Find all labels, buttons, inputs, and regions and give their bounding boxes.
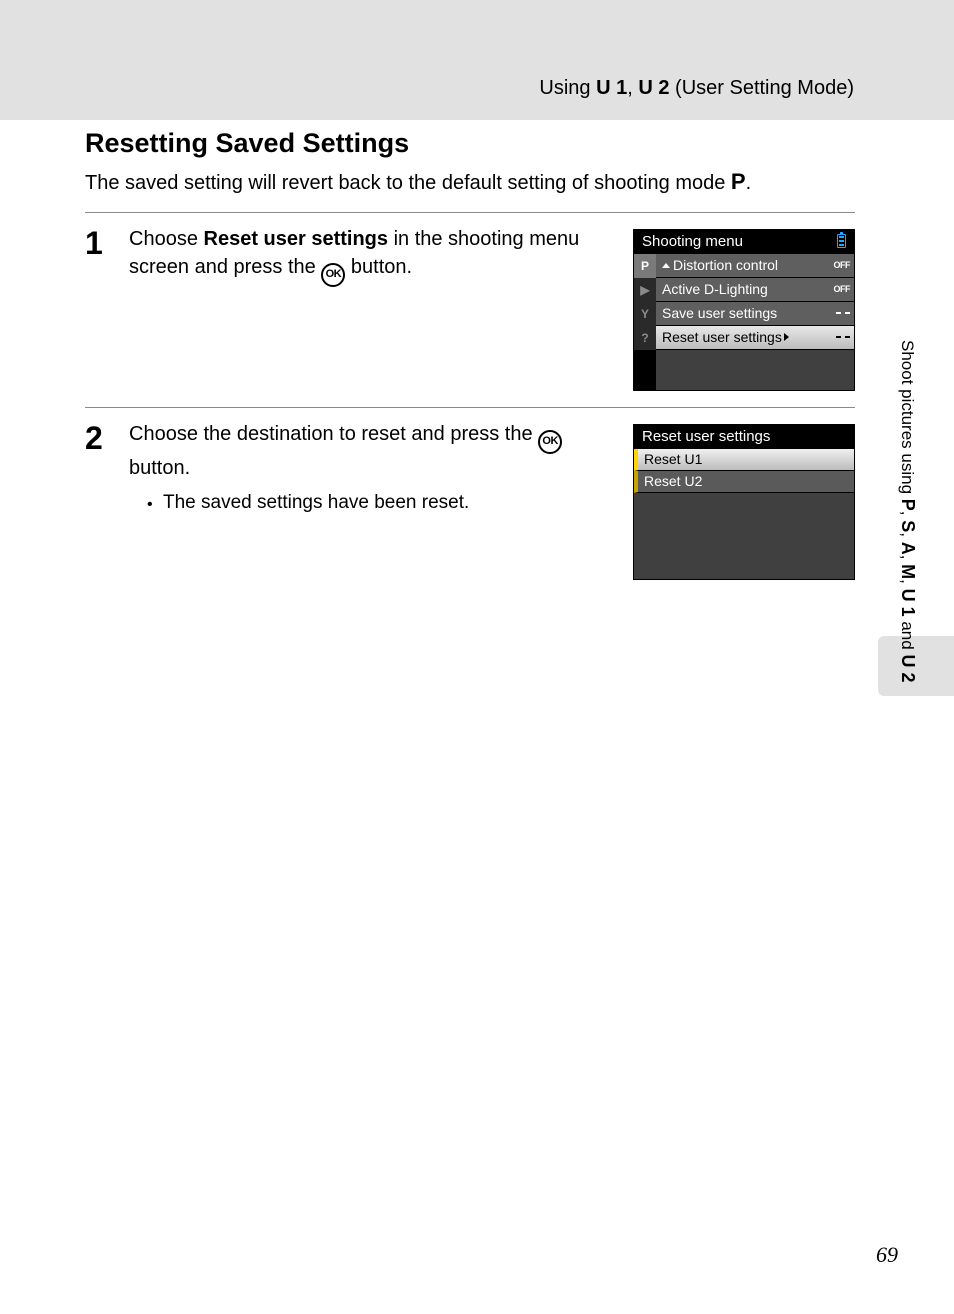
step-1-text: Choose Reset user settings in the shooti… <box>129 225 623 287</box>
side-u1: U 1 <box>898 589 918 617</box>
cam1-title: Shooting menu <box>642 233 743 250</box>
side-c4: , <box>898 579 917 588</box>
side-u2: U 2 <box>898 654 918 682</box>
section-title: Resetting Saved Settings <box>85 128 855 159</box>
chevron-right-icon <box>784 333 789 341</box>
side-c2: , <box>898 532 917 541</box>
cam1-row1-value: OFF <box>834 260 851 270</box>
running-head-suffix: (User Setting Mode) <box>669 77 854 99</box>
cam2-titlebar: Reset user settings <box>634 425 854 449</box>
cam1-row-dlighting: Active D-Lighting OFF <box>656 278 854 302</box>
side-a: A <box>898 542 918 555</box>
mode-p-icon: P <box>731 169 746 194</box>
running-head-sep: , <box>627 77 638 99</box>
cam1-row-distortion: Distortion control OFF <box>656 254 854 278</box>
camera-menu-screenshot-1: Shooting menu P ▶ Y ? Distortion control… <box>633 229 855 391</box>
step-1-number: 1 <box>85 225 129 259</box>
side-c1: , <box>898 511 917 520</box>
step-1-bold: Reset user settings <box>204 228 389 250</box>
step-2-bullet-text: The saved settings have been reset. <box>163 492 469 518</box>
running-head: Using U 1, U 2 (User Setting Mode) <box>0 77 854 100</box>
step-2-text: Choose the destination to reset and pres… <box>129 420 623 482</box>
cam1-titlebar: Shooting menu <box>634 230 854 254</box>
cam2-row-reset-u2: Reset U2 <box>634 471 854 493</box>
side-and: and <box>898 617 917 655</box>
ok-button-icon: OK <box>321 263 345 287</box>
step-1-t3: button. <box>345 256 412 278</box>
running-head-u2: U 2 <box>638 77 669 99</box>
step-2-t1: Choose the destination to reset and pres… <box>129 423 538 445</box>
step-2-bullet: • The saved settings have been reset. <box>129 492 623 518</box>
battery-icon <box>837 234 846 248</box>
cam1-empty-area <box>656 350 854 390</box>
cam1-tab-help: ? <box>634 326 656 350</box>
camera-menu-screenshot-2: Reset user settings Reset U1 Reset U2 <box>633 424 855 580</box>
step-2-number: 2 <box>85 420 129 454</box>
step-1-t1: Choose <box>129 228 204 250</box>
cam1-side-tabs: P ▶ Y ? <box>634 254 656 390</box>
dash-value-icon <box>836 333 850 341</box>
scroll-up-caret-icon <box>662 263 670 268</box>
header-grey-bg <box>0 0 954 120</box>
cam1-row3-label: Save user settings <box>662 305 777 321</box>
cam2-title: Reset user settings <box>642 428 770 445</box>
cam1-tab-setup: Y <box>634 302 656 326</box>
intro-part2: . <box>746 172 752 194</box>
cam1-row-save: Save user settings <box>656 302 854 326</box>
side-t1: Shoot pictures using <box>898 340 917 499</box>
running-head-u1: U 1 <box>596 77 627 99</box>
step-1: 1 Choose Reset user settings in the shoo… <box>85 213 855 407</box>
side-chapter-label: Shoot pictures using P, S, A, M, U 1 and… <box>897 340 918 710</box>
cam1-row2-value: OFF <box>834 284 851 294</box>
cam1-row1-label: Distortion control <box>673 257 778 273</box>
intro-paragraph: The saved setting will revert back to th… <box>85 167 855 198</box>
side-s: S <box>898 520 918 532</box>
page-content: Resetting Saved Settings The saved setti… <box>85 120 855 596</box>
dash-value-icon <box>836 309 850 317</box>
running-head-prefix: Using <box>539 77 596 99</box>
cam2-row-reset-u1-selected: Reset U1 <box>634 449 854 471</box>
ok-button-icon: OK <box>538 430 562 454</box>
side-c3: , <box>898 555 917 564</box>
cam1-row2-label: Active D-Lighting <box>662 281 768 297</box>
side-m: M <box>898 564 918 579</box>
page-number: 69 <box>876 1242 898 1268</box>
cam1-tab-shoot: P <box>634 254 656 278</box>
step-2-t2: button. <box>129 457 190 479</box>
step-2: 2 Choose the destination to reset and pr… <box>85 408 855 596</box>
cam1-tab-playback: ▶ <box>634 278 656 302</box>
bullet-dot-icon: • <box>147 492 163 518</box>
cam1-row-reset-selected: Reset user settings <box>656 326 854 350</box>
side-p: P <box>898 499 918 511</box>
intro-part1: The saved setting will revert back to th… <box>85 172 731 194</box>
cam1-row4-label: Reset user settings <box>662 329 782 345</box>
